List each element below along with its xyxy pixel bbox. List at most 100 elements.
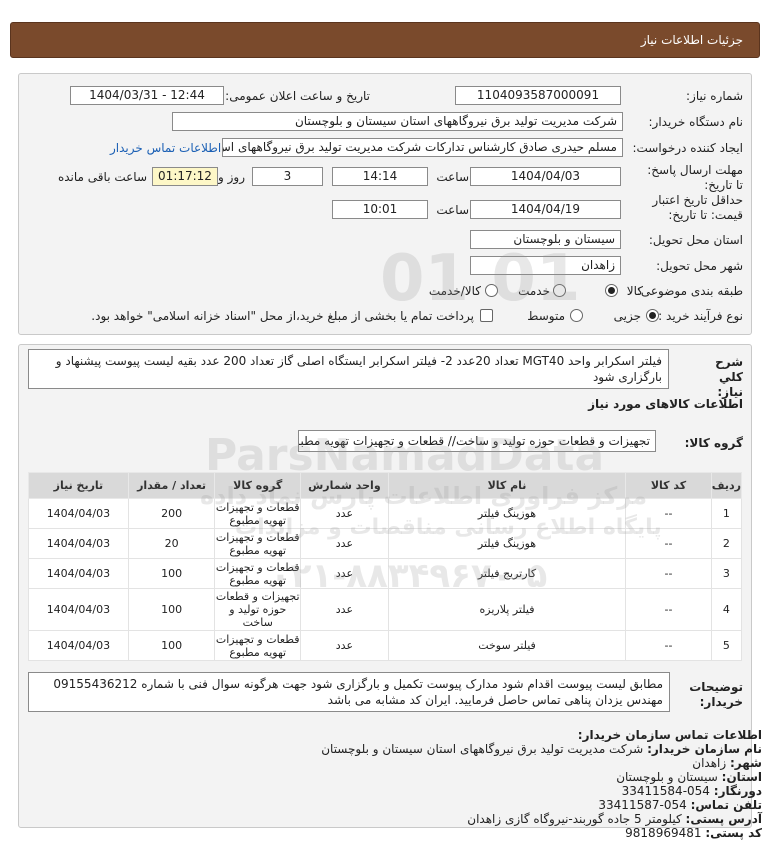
col-unit-header: واحد شمارش xyxy=(300,472,389,499)
cell-name: فیلتر سوخت xyxy=(387,630,627,661)
cell-unit: عدد xyxy=(300,588,389,631)
contact-address-label: آدرس پستی: xyxy=(685,812,762,826)
notes-text: مطابق لیست پیوست اقدام شود مدارک پیوست ت… xyxy=(28,672,670,712)
cell-group: قطعات و تجهیزات تهویه مطبوع xyxy=(214,498,302,529)
cell-unit: عدد xyxy=(300,528,389,559)
cell-code: -- xyxy=(625,528,712,559)
announce-value: 1404/03/31 - 12:44 xyxy=(89,88,205,102)
validity-time-field: 10:01 xyxy=(332,200,428,219)
table-row: 5 -- فیلتر سوخت عدد قطعات و تجهیزات تهوی… xyxy=(28,630,743,661)
buyer-org-field: شرکت مدیریت تولید برق نیروگاههای استان س… xyxy=(172,112,623,131)
category-goods-service-radio[interactable] xyxy=(485,284,498,297)
cell-unit: عدد xyxy=(300,558,389,589)
cell-date: 1404/04/03 xyxy=(28,558,129,589)
province-field: سیستان و بلوچستان xyxy=(470,230,621,249)
remaining-label: ساعت باقی مانده xyxy=(57,170,147,184)
validity-label: حداقل تاریخ اعتبار قیمت: تا تاریخ: xyxy=(652,193,743,222)
category-service-radio[interactable] xyxy=(553,284,566,297)
cell-name: فیلتر پلاریزه xyxy=(387,588,627,631)
announce-label: تاریخ و ساعت اعلان عمومی: xyxy=(225,89,370,103)
buyer-contact-link[interactable]: اطلاعات تماس خریدار xyxy=(110,141,221,155)
cell-date: 1404/04/03 xyxy=(28,630,129,661)
city-field: زاهدان xyxy=(470,256,621,275)
table-row: 4 -- فیلتر پلاریزه عدد تجهیزات و قطعات ح… xyxy=(28,588,743,631)
col-date-header: تاریخ نیاز xyxy=(28,472,129,499)
cell-name: کارتریج فیلتر xyxy=(387,558,627,589)
days-label: روز و xyxy=(218,170,245,184)
contact-fax-value: 054-33411584 xyxy=(621,784,710,798)
goods-table: ردیف کد کالا نام کالا واحد شمارش گروه کا… xyxy=(28,472,743,661)
process-medium-radio[interactable] xyxy=(570,309,583,322)
contact-postal: کد پستی: 9818969481 xyxy=(625,826,762,841)
contact-postal-value: 9818969481 xyxy=(625,826,702,840)
category-goods-label: کالا xyxy=(626,284,643,298)
category-goods-radio[interactable] xyxy=(605,284,618,297)
category-label: طبقه بندی موضوعی: xyxy=(636,284,743,298)
process-partial-label: جزیی xyxy=(613,309,641,323)
cell-unit: عدد xyxy=(300,498,389,529)
table-row: 1 -- هوزینگ فیلتر عدد قطعات و تجهیزات ته… xyxy=(28,498,743,529)
cell-name: هوزینگ فیلتر xyxy=(387,528,627,559)
cell-group: قطعات و تجهیزات تهویه مطبوع xyxy=(214,528,302,559)
validity-time-label: ساعت xyxy=(436,203,469,217)
goods-group-label: گروه کالا: xyxy=(684,436,743,450)
category-service-label: خدمت xyxy=(518,284,550,298)
cell-code: -- xyxy=(625,588,712,631)
cell-code: -- xyxy=(625,558,712,589)
contact-phone-label: تلفن تماس: xyxy=(690,798,762,812)
summary-text: فیلتر اسکرابر واحد MGT40 تعداد 20عدد 2- … xyxy=(28,349,669,389)
deadline-label: مهلت ارسال پاسخ: تا تاریخ: xyxy=(647,163,743,192)
announce-field: 1404/03/31 - 12:44 xyxy=(70,86,224,105)
contact-address: آدرس پستی: کیلومتر 5 جاده گوربند-نیروگاه… xyxy=(467,812,762,827)
deadline-date-field: 1404/04/03 xyxy=(470,167,621,186)
cell-date: 1404/04/03 xyxy=(28,588,129,631)
contact-province: استان: سیستان و بلوچستان xyxy=(616,770,762,785)
cell-code: -- xyxy=(625,498,712,529)
notes-label: توضیحات خریدار: xyxy=(689,680,743,709)
process-medium-label: متوسط xyxy=(527,309,565,323)
contact-phone-value: 054-33411587 xyxy=(598,798,687,812)
contact-phone: تلفن تماس: 054-33411587 xyxy=(598,798,762,813)
table-row: 3 -- کارتریج فیلتر عدد قطعات و تجهیزات ت… xyxy=(28,558,743,589)
cell-code: -- xyxy=(625,630,712,661)
col-qty-header: تعداد / مقدار xyxy=(127,472,216,499)
treasury-payment-text: پرداخت تمام یا بخشی از مبلغ خرید،از محل … xyxy=(91,309,474,323)
cell-row: 3 xyxy=(710,558,743,589)
creator-field: مسلم حیدری صادق کارشناس تدارکات شرکت مدی… xyxy=(222,138,623,157)
cell-row: 5 xyxy=(710,630,743,661)
deadline-time-label: ساعت xyxy=(436,170,469,184)
category-goods-service-label: کالا/خدمت xyxy=(428,284,481,298)
process-partial-radio[interactable] xyxy=(646,309,659,322)
process-label: نوع فرآیند خرید : xyxy=(658,309,743,323)
cell-row: 4 xyxy=(710,588,743,631)
table-header-row: ردیف کد کالا نام کالا واحد شمارش گروه کا… xyxy=(28,472,743,499)
contact-title-text: اطلاعات تماس سازمان خریدار: xyxy=(577,728,762,742)
cell-qty: 20 xyxy=(127,528,216,559)
creator-label: ایجاد کننده درخواست: xyxy=(632,141,743,155)
province-label: استان محل تحویل: xyxy=(648,233,743,247)
contact-city-label: شهر: xyxy=(730,756,762,770)
col-name-header: نام کالا xyxy=(387,472,627,499)
contact-org-value: شرکت مدیریت تولید برق نیروگاههای استان س… xyxy=(321,742,644,756)
col-group-header: گروه کالا xyxy=(214,472,302,499)
treasury-payment-checkbox[interactable] xyxy=(480,309,493,322)
city-label: شهر محل تحویل: xyxy=(656,259,743,273)
cell-qty: 100 xyxy=(127,588,216,631)
buyer-org-label: نام دستگاه خریدار: xyxy=(648,115,744,129)
cell-group: تجهیزات و قطعات حوزه تولید و ساخت xyxy=(214,588,302,631)
col-row-header: ردیف xyxy=(710,472,743,499)
cell-name: هوزینگ فیلتر xyxy=(387,498,627,529)
contact-title: اطلاعات تماس سازمان خریدار: xyxy=(578,728,762,743)
contact-city-value: زاهدان xyxy=(692,756,727,770)
contact-fax: دورنگار: 054-33411584 xyxy=(622,784,762,799)
need-number-label: شماره نیاز: xyxy=(686,89,743,103)
contact-address-value: کیلومتر 5 جاده گوربند-نیروگاه گازی زاهدا… xyxy=(467,812,682,826)
validity-date-field: 1404/04/19 xyxy=(470,200,621,219)
page-title: جزئیات اطلاعات نیاز xyxy=(640,33,743,47)
contact-province-label: استان: xyxy=(721,770,762,784)
cell-date: 1404/04/03 xyxy=(28,498,129,529)
days-field: 3 xyxy=(252,167,323,186)
cell-qty: 100 xyxy=(127,630,216,661)
contact-city: شهر: زاهدان xyxy=(692,756,762,771)
col-code-header: کد کالا xyxy=(625,472,712,499)
